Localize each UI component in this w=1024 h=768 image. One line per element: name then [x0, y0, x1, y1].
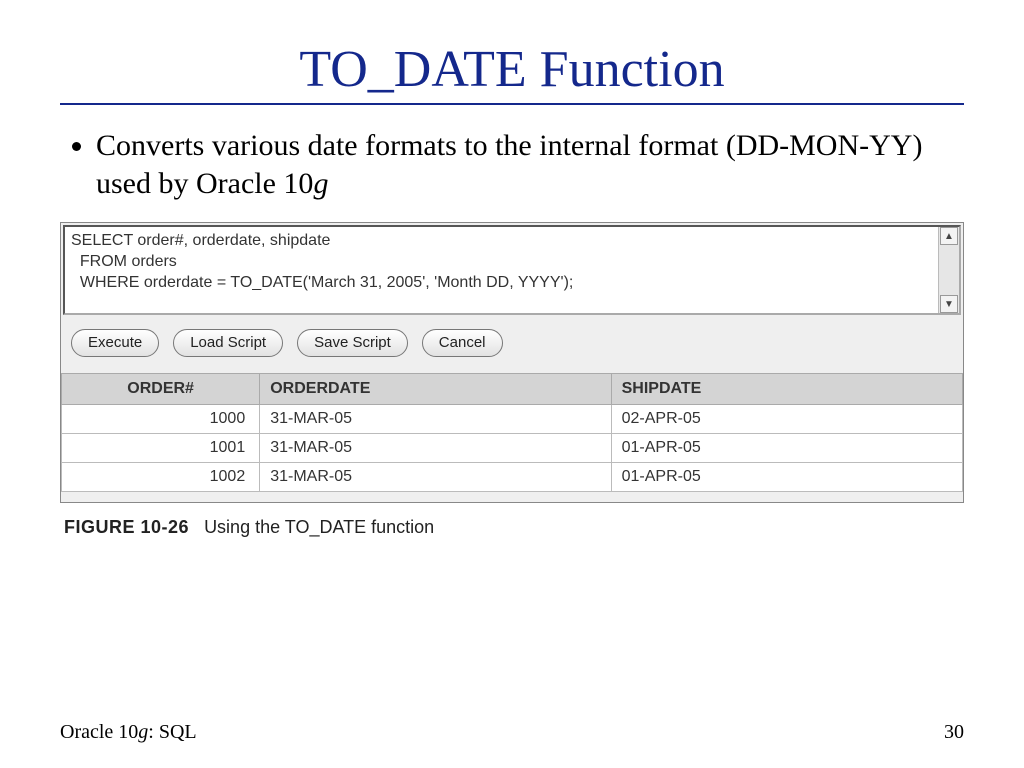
bullet-list: Converts various date formats to the int… — [60, 127, 964, 202]
page-number: 30 — [944, 721, 964, 744]
sql-code: SELECT order#, orderdate, shipdate FROM … — [65, 227, 938, 313]
slide: TO_DATE Function Converts various date f… — [0, 0, 1024, 768]
cell-order: 1002 — [62, 462, 260, 491]
col-header-orderdate: ORDERDATE — [260, 373, 611, 404]
bullet-item: Converts various date formats to the int… — [96, 127, 964, 202]
footer-text-suffix: : SQL — [148, 721, 196, 743]
cell-shipdate: 01-APR-05 — [611, 433, 962, 462]
sql-line-3: WHERE orderdate = TO_DATE('March 31, 200… — [71, 274, 573, 291]
sql-line-2: FROM orders — [71, 253, 177, 270]
button-row: Execute Load Script Save Script Cancel — [61, 329, 963, 373]
cell-orderdate: 31-MAR-05 — [260, 404, 611, 433]
table-row: 1002 31-MAR-05 01-APR-05 — [62, 462, 963, 491]
figure-caption-text: Using the TO_DATE function — [204, 517, 434, 537]
scroll-up-icon[interactable]: ▲ — [940, 227, 958, 245]
cell-shipdate: 02-APR-05 — [611, 404, 962, 433]
footer-text-prefix: Oracle 10 — [60, 721, 138, 743]
cell-shipdate: 01-APR-05 — [611, 462, 962, 491]
col-header-order: ORDER# — [62, 373, 260, 404]
figure-caption: FIGURE 10-26 Using the TO_DATE function — [64, 517, 964, 538]
load-script-button[interactable]: Load Script — [173, 329, 283, 357]
scroll-down-icon[interactable]: ▼ — [940, 295, 958, 313]
sql-line-1: SELECT order#, orderdate, shipdate — [71, 232, 330, 249]
cell-orderdate: 31-MAR-05 — [260, 433, 611, 462]
table-row: 1001 31-MAR-05 01-APR-05 — [62, 433, 963, 462]
execute-button[interactable]: Execute — [71, 329, 159, 357]
table-header-row: ORDER# ORDERDATE SHIPDATE — [62, 373, 963, 404]
col-header-shipdate: SHIPDATE — [611, 373, 962, 404]
results-table: ORDER# ORDERDATE SHIPDATE 1000 31-MAR-05… — [61, 373, 963, 492]
sql-app-panel: SELECT order#, orderdate, shipdate FROM … — [60, 222, 964, 503]
cancel-button[interactable]: Cancel — [422, 329, 503, 357]
slide-title: TO_DATE Function — [60, 40, 964, 99]
scrollbar[interactable]: ▲ ▼ — [938, 227, 959, 313]
bullet-text: Converts various date formats to the int… — [96, 129, 922, 200]
bullet-text-italic: g — [313, 167, 328, 200]
cell-orderdate: 31-MAR-05 — [260, 462, 611, 491]
footer-left: Oracle 10g: SQL — [60, 721, 197, 744]
figure-caption-label: FIGURE 10-26 — [64, 517, 189, 537]
title-divider — [60, 103, 964, 105]
sql-textarea[interactable]: SELECT order#, orderdate, shipdate FROM … — [63, 225, 961, 315]
cell-order: 1000 — [62, 404, 260, 433]
save-script-button[interactable]: Save Script — [297, 329, 408, 357]
cell-order: 1001 — [62, 433, 260, 462]
table-row: 1000 31-MAR-05 02-APR-05 — [62, 404, 963, 433]
footer-text-italic: g — [138, 721, 148, 743]
